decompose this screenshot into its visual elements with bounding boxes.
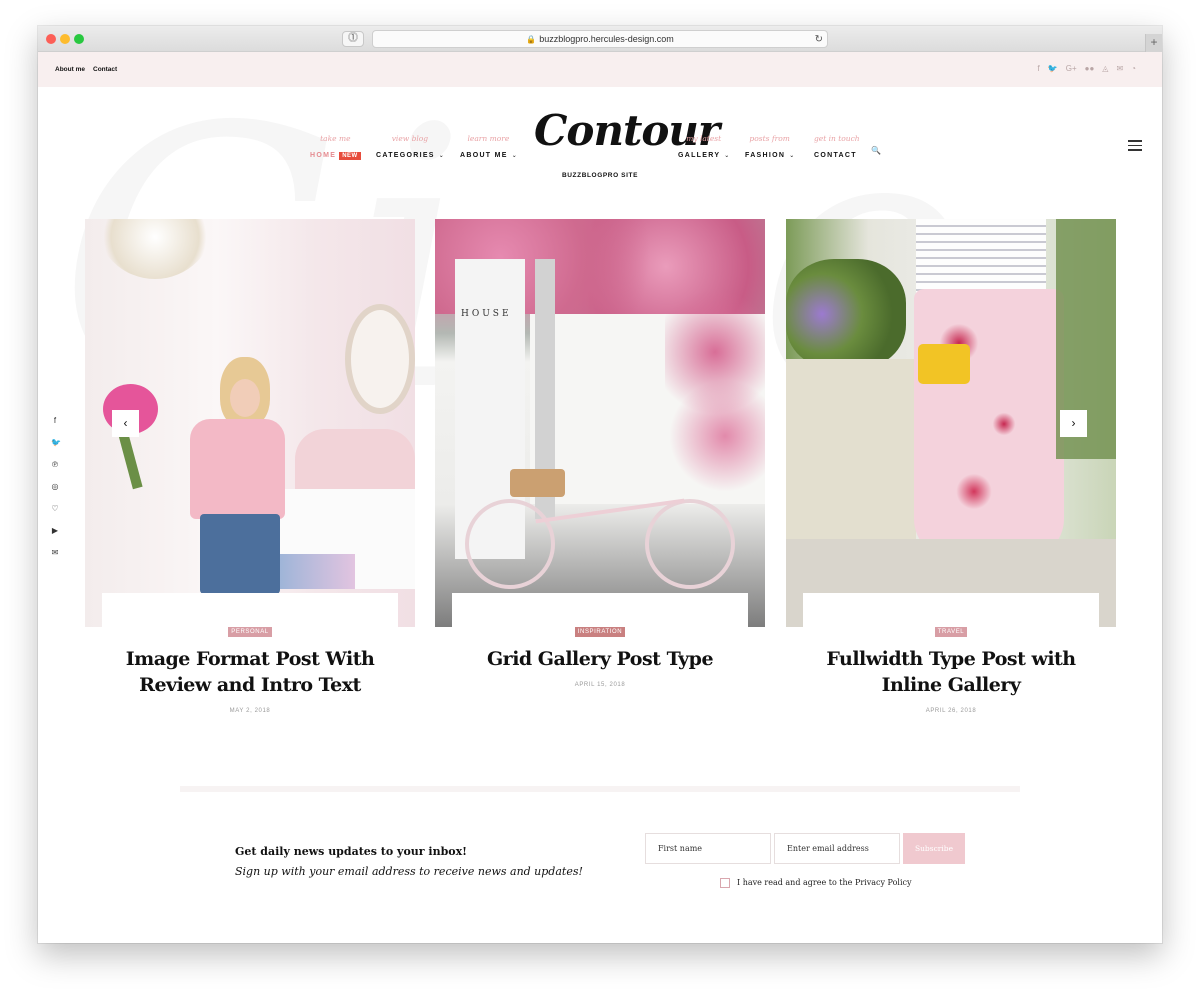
twitter-icon[interactable]: 🐦 — [1048, 64, 1058, 73]
lock-icon: 🔒 — [526, 35, 537, 44]
zoom-window-button[interactable] — [74, 34, 84, 44]
privacy-consent-label: I have read and agree to the Privacy Pol… — [737, 878, 912, 887]
nav-gallery[interactable]: my latest GALLERY ⌄ — [678, 134, 729, 162]
youtube-icon[interactable]: ▶ — [51, 526, 59, 535]
side-social-icons: f 🐦 ℗ ◎ ♡ ▶ ✉ — [51, 416, 61, 557]
twitter-icon[interactable]: 🐦 — [51, 438, 61, 447]
first-name-input[interactable]: First name — [645, 833, 771, 864]
nav-categories-sub: view blog — [391, 134, 429, 143]
heart-icon[interactable]: ♡ — [51, 504, 59, 513]
section-divider — [180, 786, 1020, 792]
post-card-3[interactable]: TRAVEL Fullwidth Type Post with Inline G… — [803, 593, 1099, 753]
url-text: buzzblogpro.hercules-design.com — [539, 34, 674, 44]
chevron-down-icon: ⌄ — [511, 153, 517, 159]
chevron-down-icon: ⌄ — [438, 153, 444, 159]
search-icon[interactable]: 🔍 — [871, 146, 881, 155]
address-bar[interactable]: 🔒 buzzblogpro.hercules-design.com ↻ — [372, 30, 828, 48]
nav-about-label: ABOUT ME — [460, 152, 508, 159]
hamburger-menu-icon[interactable] — [1128, 140, 1142, 154]
reload-icon[interactable]: ↻ — [815, 32, 823, 48]
minimize-window-button[interactable] — [60, 34, 70, 44]
mail-icon[interactable]: ✉ — [1116, 64, 1123, 73]
instagram-icon[interactable]: ◎ — [51, 482, 59, 491]
topbar-link-about[interactable]: About me — [55, 66, 85, 73]
post-title[interactable]: Fullwidth Type Post with Inline Gallery — [803, 646, 1099, 698]
post-image-2[interactable]: HOUSE — [435, 219, 765, 627]
top-bar: About me Contact f 🐦 G+ ●● ◬ ✉ ◔ — [38, 52, 1162, 87]
post-title[interactable]: Grid Gallery Post Type — [452, 646, 748, 672]
password-key-icon[interactable]: ⓵ — [342, 31, 364, 47]
carousel-prev-button[interactable]: ‹ — [112, 410, 139, 437]
browser-titlebar: ⓵ 🔒 buzzblogpro.hercules-design.com ↻ + — [38, 26, 1162, 52]
mail-icon[interactable]: ✉ — [51, 548, 59, 557]
house-sign: HOUSE — [461, 309, 512, 319]
post-date: APRIL 26, 2018 — [925, 708, 977, 714]
privacy-checkbox[interactable] — [720, 878, 730, 888]
carousel-next-button[interactable]: › — [1060, 410, 1087, 437]
nav-contact-label: CONTACT — [814, 152, 857, 159]
chevron-down-icon: ⌄ — [724, 153, 730, 159]
nav-categories-label: CATEGORIES — [376, 152, 435, 159]
category-badge[interactable]: TRAVEL — [934, 627, 968, 637]
nav-fashion-label: FASHION — [745, 152, 786, 159]
nav-about-me[interactable]: learn more ABOUT ME ⌄ — [460, 134, 517, 162]
nav-home-sub: take me — [320, 134, 351, 143]
facebook-icon[interactable]: f — [51, 416, 59, 425]
post-card-1[interactable]: PERSONAL Image Format Post With Review a… — [102, 593, 398, 753]
nav-contact[interactable]: get in touch CONTACT — [814, 134, 860, 162]
site-logo[interactable]: Contour — [534, 106, 720, 155]
nav-categories[interactable]: view blog CATEGORIES ⌄ — [376, 134, 444, 162]
site-tagline: BUZZBLOGPRO SITE — [561, 172, 639, 179]
new-tab-button[interactable]: + — [1145, 34, 1162, 52]
newsletter-subtitle: Sign up with your email address to recei… — [235, 865, 583, 878]
topbar-social-icons: f 🐦 G+ ●● ◬ ✉ ◔ — [1038, 64, 1136, 73]
nav-fashion-sub: posts from — [749, 134, 790, 143]
nav-contact-sub: get in touch — [814, 134, 860, 143]
facebook-icon[interactable]: f — [1038, 64, 1040, 73]
topbar-link-contact[interactable]: Contact — [93, 66, 117, 73]
category-badge[interactable]: PERSONAL — [228, 627, 272, 637]
post-card-2[interactable]: INSPIRATION Grid Gallery Post Type APRIL… — [452, 593, 748, 753]
subscribe-button[interactable]: Subscribe — [903, 833, 965, 864]
pinterest-icon[interactable]: ℗ — [51, 460, 59, 469]
rss-icon[interactable]: ◔ — [1131, 64, 1136, 73]
google-plus-icon[interactable]: G+ — [1066, 64, 1077, 73]
category-badge[interactable]: INSPIRATION — [574, 627, 626, 637]
new-badge: NEW — [339, 152, 361, 160]
chevron-down-icon: ⌄ — [789, 153, 795, 159]
nav-fashion[interactable]: posts from FASHION ⌄ — [745, 134, 794, 162]
post-date: APRIL 15, 2018 — [574, 682, 626, 688]
nav-home[interactable]: take me HOME NEW — [310, 134, 361, 162]
close-window-button[interactable] — [46, 34, 56, 44]
post-date: MAY 2, 2018 — [229, 708, 271, 714]
nav-gallery-label: GALLERY — [678, 152, 721, 159]
flickr-icon[interactable]: ●● — [1085, 64, 1095, 73]
snapchat-icon[interactable]: ◬ — [1102, 64, 1108, 73]
post-title[interactable]: Image Format Post With Review and Intro … — [102, 646, 398, 698]
newsletter-title: Get daily news updates to your inbox! — [235, 845, 467, 858]
nav-about-sub: learn more — [467, 134, 510, 143]
nav-gallery-sub: my latest — [686, 134, 722, 143]
browser-window: ⓵ 🔒 buzzblogpro.hercules-design.com ↻ + A… — [38, 26, 1162, 943]
email-input[interactable]: Enter email address — [774, 833, 900, 864]
nav-home-label: HOME — [310, 152, 337, 159]
